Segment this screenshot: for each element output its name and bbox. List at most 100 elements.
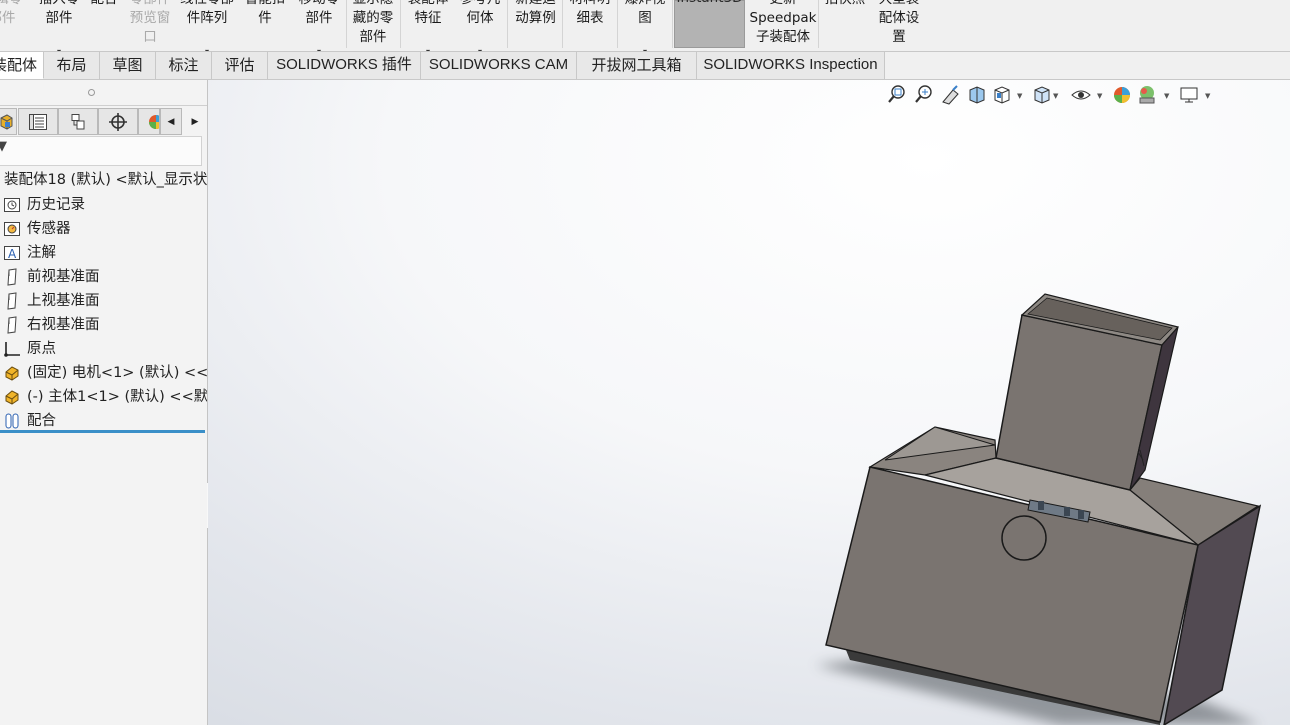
ribbon-button-label: 图: [638, 10, 652, 26]
ribbon-button-11[interactable]: 材料明细表: [563, 0, 617, 48]
tree-item[interactable]: (固定) 电机<1> (默认) <<默认>_显示状态 1>: [0, 361, 207, 385]
tree-item[interactable]: 传感器: [0, 217, 207, 241]
ribbon-separator: [507, 0, 508, 48]
ribbon-button-15[interactable]: 拍快照: [819, 0, 871, 48]
ribbon-button-label: Speedpak: [749, 10, 817, 26]
ribbon-button-0[interactable]: 编辑零部件: [0, 0, 32, 48]
display-manager-tab[interactable]: [138, 108, 160, 135]
filter-funnel-icon: ▼: [0, 139, 7, 154]
annotation-icon: A: [3, 244, 21, 262]
tree-item-label: 前视基准面: [27, 269, 100, 285]
feature-manager-panel: ◀ ▶ ▼ 装配体18 (默认) <默认_显示状态-1> 历史记录传感器 A 注解前…: [0, 80, 208, 725]
tab-0[interactable]: 装配体: [0, 52, 44, 79]
tree-item[interactable]: A 注解: [0, 241, 207, 265]
ribbon-button-5[interactable]: 智能扣件: [243, 0, 287, 48]
tab-3[interactable]: 标注: [156, 52, 212, 79]
tree-item[interactable]: 前视基准面: [0, 265, 207, 289]
tree-item[interactable]: 右视基准面: [0, 313, 207, 337]
tree-item[interactable]: 上视基准面: [0, 289, 207, 313]
ribbon-button-16[interactable]: 大型装配体设置: [874, 0, 924, 48]
ribbon-button-14[interactable]: 更新Speedpak 子装配体: [748, 0, 818, 48]
tree-item-label: 注解: [27, 245, 56, 261]
tree-item[interactable]: 历史记录: [0, 193, 207, 217]
apply-scene-button[interactable]: [1137, 84, 1157, 106]
ribbon-button-label: 件: [258, 10, 272, 26]
ribbon-button-label: 拍快照: [819, 0, 871, 9]
ribbon-button-label: 部件: [45, 10, 73, 26]
ribbon-button-label: 置: [892, 29, 906, 45]
ribbon-button-label: 参考几: [455, 0, 505, 9]
previous-view-button[interactable]: [941, 84, 961, 106]
chevron-left-icon: ◀: [167, 116, 175, 127]
tab-4[interactable]: 评估: [212, 52, 268, 79]
view-orientation-button[interactable]: [1032, 84, 1052, 106]
feature-manager-tab[interactable]: [0, 108, 17, 135]
rollback-bar[interactable]: [0, 430, 205, 433]
tree-item[interactable]: (-) 主体1<1> (默认) <<默认>_显示状态 1>: [0, 385, 207, 409]
ribbon-button-1[interactable]: 插入零部件 ▾: [30, 0, 88, 51]
edit-appearance-button[interactable]: [1112, 84, 1132, 106]
ribbon-button-6[interactable]: 移动零部件 ▾: [292, 0, 346, 51]
tab-6[interactable]: SOLIDWORKS CAM: [421, 52, 577, 79]
ribbon-button-4[interactable]: 线性零部件阵列 ▾: [176, 0, 238, 51]
hide-show-items-button[interactable]: [1071, 84, 1091, 106]
appearance-pie-icon: [149, 114, 159, 129]
ribbon-button-8[interactable]: 装配体特征 ▾: [403, 0, 453, 51]
ribbon-button-label: 智能扣: [243, 0, 287, 9]
tree-item[interactable]: 原点: [0, 337, 207, 361]
tab-2[interactable]: 草图: [100, 52, 156, 79]
ribbon-button-7[interactable]: 显示隐藏的零部件: [347, 0, 399, 48]
ribbon-separator: [617, 0, 618, 48]
tree-item-label: 原点: [27, 341, 56, 357]
dynamic-annotation-button[interactable]: [992, 84, 1012, 106]
tree-root-assembly[interactable]: 装配体18 (默认) <默认_显示状态-1>: [4, 168, 207, 189]
ribbon-button-2[interactable]: 配合: [87, 0, 121, 48]
ribbon-button-12[interactable]: 爆炸视图 ▾: [620, 0, 670, 51]
ribbon-separator: [672, 0, 673, 48]
ribbon-button-label: 部件: [305, 10, 333, 26]
ribbon-button-label: 部件: [0, 10, 16, 26]
part-icon: [3, 388, 21, 406]
ribbon-button-label: 大型装: [874, 0, 924, 9]
ribbon-button-10[interactable]: 新建运动算例: [509, 0, 562, 48]
tab-label: 草图: [112, 56, 143, 74]
configuration-manager-tab[interactable]: [58, 108, 98, 135]
zoom-to-area-button[interactable]: [914, 84, 934, 106]
dimxpert-manager-tab[interactable]: [98, 108, 138, 135]
zoom-to-fit-button[interactable]: [887, 84, 907, 106]
ribbon-button-label: 动算例: [515, 10, 556, 26]
instant3d-button[interactable]: Instant3D: [674, 0, 745, 48]
assembly-model[interactable]: [780, 280, 1290, 725]
ribbon-button-label: 新建运: [509, 0, 562, 9]
crosshair-icon: [109, 112, 127, 131]
ribbon-button-9[interactable]: 参考几何体 ▾: [455, 0, 505, 51]
tab-7[interactable]: 开拔网工具箱: [577, 52, 697, 79]
view-settings-button[interactable]: [1179, 84, 1199, 106]
dropdown-arrow-icon[interactable]: ▼: [1205, 92, 1210, 100]
section-view-button[interactable]: [967, 84, 987, 106]
panel-tab-scroll-left[interactable]: ◀: [160, 108, 182, 135]
tab-label: SOLIDWORKS CAM: [428, 56, 569, 73]
tab-1[interactable]: 布局: [44, 52, 100, 79]
tab-label: 评估: [224, 56, 255, 74]
dropdown-arrow-icon[interactable]: ▼: [1017, 92, 1022, 100]
ribbon-button-label: 部件: [359, 29, 387, 45]
panel-splitter-grip[interactable]: [0, 85, 207, 99]
eye-icon: [1071, 90, 1091, 100]
dropdown-arrow-icon[interactable]: ▼: [1097, 92, 1102, 100]
dropdown-arrow-icon[interactable]: ▼: [1164, 92, 1169, 100]
ribbon-button-label: 何体: [466, 10, 494, 26]
property-manager-tab[interactable]: [18, 108, 58, 135]
tree-item-label: 右视基准面: [27, 317, 100, 333]
tree-filter-box[interactable]: ▼: [0, 136, 202, 166]
ribbon-button-label: 件阵列: [186, 10, 228, 26]
tab-5[interactable]: SOLIDWORKS 插件: [268, 52, 421, 79]
monitor-icon: [1180, 87, 1198, 103]
tab-8[interactable]: SOLIDWORKS Inspection: [697, 52, 885, 79]
panel-tab-scroll-right[interactable]: ▶: [184, 108, 206, 135]
dropdown-arrow-icon[interactable]: ▼: [1053, 92, 1058, 100]
tree-item-label: 上视基准面: [27, 293, 100, 309]
ribbon-button-3[interactable]: 零部件预览窗口: [124, 0, 176, 48]
panel-divider: [0, 105, 207, 106]
zoom-area-icon: [915, 85, 932, 103]
